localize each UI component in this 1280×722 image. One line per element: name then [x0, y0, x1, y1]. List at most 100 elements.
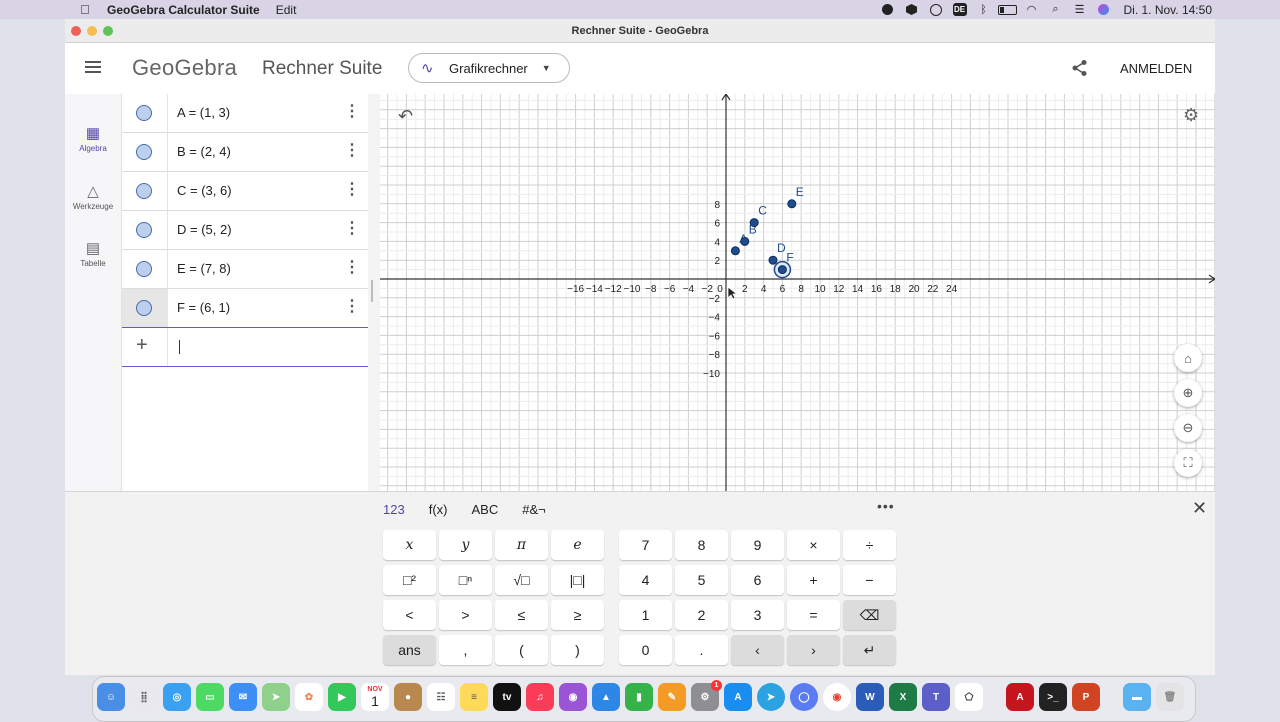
algebra-row[interactable]: E = (7, 8) ⋮ [122, 250, 368, 289]
key-sqrt[interactable]: √□ [495, 565, 548, 595]
key-power[interactable]: □ⁿ [439, 565, 492, 595]
app-selector-dropdown[interactable]: ∿ Grafikrechner ▼ [408, 53, 570, 83]
algebra-expression[interactable]: D = (5, 2) [177, 222, 232, 237]
key-9[interactable]: 9 [731, 530, 784, 560]
more-options-icon[interactable]: ⋮ [344, 102, 360, 122]
facetime-icon[interactable]: ▶ [328, 683, 356, 711]
key-3[interactable]: 3 [731, 600, 784, 630]
gear-icon[interactable]: ⚙ [1183, 105, 1199, 126]
spotlight-search-icon[interactable]: ⌕ [1044, 0, 1068, 19]
keyboard-layout-indicator[interactable]: DE [948, 0, 972, 19]
app-menu[interactable]: GeoGebra Calculator Suite [107, 3, 260, 17]
algebra-expression[interactable]: F = (6, 1) [177, 300, 230, 315]
rail-item-algebra[interactable]: ▦ Algebra [65, 124, 121, 153]
key-abs[interactable]: |□| [551, 565, 604, 595]
key-8[interactable]: 8 [675, 530, 728, 560]
key-square[interactable]: □² [383, 565, 436, 595]
more-options-icon[interactable]: ⋮ [344, 180, 360, 200]
visibility-toggle[interactable] [136, 144, 152, 160]
algebra-expression[interactable]: C = (3, 6) [177, 183, 232, 198]
calendar-icon[interactable]: NOV 1 [361, 683, 389, 711]
visibility-toggle[interactable] [136, 222, 152, 238]
backspace-key[interactable]: ⌫ [843, 600, 896, 630]
graphics-view[interactable]: −16 −14 −12 −10 −8 −6 −4 −2 0 2 4 6 8 10 12 14 16 18 20 22 2… [380, 94, 1215, 491]
key-4[interactable]: 4 [619, 565, 672, 595]
home-button[interactable]: ⌂ [1174, 344, 1202, 372]
photos-icon[interactable]: ✿ [295, 683, 323, 711]
powerpoint-icon[interactable]: P [1072, 683, 1100, 711]
messages-icon[interactable]: ▭ [196, 683, 224, 711]
trash-icon[interactable]: 🗑 [1156, 683, 1184, 711]
key-greater[interactable]: > [439, 600, 492, 630]
visibility-toggle[interactable] [136, 105, 152, 121]
tab-123[interactable]: 123 [383, 502, 405, 517]
enter-key[interactable]: ↵ [843, 635, 896, 665]
battery-icon[interactable] [996, 0, 1020, 19]
algebra-expression[interactable]: A = (1, 3) [177, 105, 230, 120]
key-multiply[interactable]: × [787, 530, 840, 560]
visibility-toggle[interactable] [136, 300, 152, 316]
tab-abc[interactable]: ABC [471, 502, 498, 517]
finder-icon[interactable]: ☺ [97, 683, 125, 711]
wifi-icon[interactable]: ◠ [1020, 0, 1044, 19]
algebra-row[interactable]: C = (3, 6) ⋮ [122, 172, 368, 211]
undo-icon[interactable]: ↶ [398, 106, 413, 127]
more-options-icon[interactable]: ⋮ [344, 141, 360, 161]
key-pi[interactable]: π [495, 530, 548, 560]
tab-fx[interactable]: f(x) [429, 502, 448, 517]
zoom-in-button[interactable]: ⊕ [1174, 379, 1202, 407]
safari-icon[interactable]: ◎ [163, 683, 191, 711]
more-options-icon[interactable]: ⋮ [344, 219, 360, 239]
siri-icon[interactable] [1092, 0, 1116, 19]
key-x[interactable]: x [383, 530, 436, 560]
terminal-icon[interactable]: >_ [1039, 683, 1067, 711]
close-keyboard-icon[interactable]: ✕ [1192, 498, 1207, 519]
more-options-icon[interactable]: ⋮ [344, 297, 360, 317]
share-icon[interactable] [1071, 59, 1089, 77]
excel-icon[interactable]: X [889, 683, 917, 711]
key-comma[interactable]: , [439, 635, 492, 665]
algebra-row-selected[interactable]: F = (6, 1) ⋮ [122, 289, 368, 328]
music-icon[interactable]: ♫ [526, 683, 554, 711]
reminders-icon[interactable]: ☷ [427, 683, 455, 711]
signal-icon[interactable]: ◯ [790, 683, 818, 711]
close-window-button[interactable] [71, 26, 81, 36]
key-5[interactable]: 5 [675, 565, 728, 595]
algebra-row[interactable]: D = (5, 2) ⋮ [122, 211, 368, 250]
hex-app-icon[interactable] [900, 0, 924, 19]
key-open-paren[interactable]: ( [495, 635, 548, 665]
mail-icon[interactable]: ✉ [229, 683, 257, 711]
algebra-row[interactable]: A = (1, 3) ⋮ [122, 94, 368, 133]
contacts-icon[interactable]: ● [394, 683, 422, 711]
telegram-icon[interactable]: ➤ [757, 683, 785, 711]
key-0[interactable]: 0 [619, 635, 672, 665]
maps-icon[interactable]: ➤ [262, 683, 290, 711]
tab-symbols[interactable]: #&¬ [522, 502, 546, 517]
plus-icon[interactable]: + [136, 334, 148, 357]
edit-menu[interactable]: Edit [276, 3, 297, 17]
acrobat-icon[interactable]: A [1006, 683, 1034, 711]
fullscreen-button[interactable]: ⛶ [1174, 449, 1202, 477]
geogebra-dock-icon[interactable]: ⬠ [955, 683, 983, 711]
rail-item-tabelle[interactable]: ▤ Tabelle [65, 239, 121, 268]
cloud-app-icon[interactable] [924, 0, 948, 19]
key-close-paren[interactable]: ) [551, 635, 604, 665]
control-center-icon[interactable]: ☰ [1068, 0, 1092, 19]
teams-icon[interactable]: T [922, 683, 950, 711]
chrome-icon[interactable]: ◉ [823, 683, 851, 711]
numbers-icon[interactable]: ▮ [625, 683, 653, 711]
key-plus[interactable]: + [787, 565, 840, 595]
cursor-right-key[interactable]: › [787, 635, 840, 665]
key-leq[interactable]: ≤ [495, 600, 548, 630]
rail-item-werkzeuge[interactable]: △ Werkzeuge [65, 182, 121, 211]
key-divide[interactable]: ÷ [843, 530, 896, 560]
key-geq[interactable]: ≥ [551, 600, 604, 630]
keynote-icon[interactable]: ▲ [592, 683, 620, 711]
podcasts-icon[interactable]: ◉ [559, 683, 587, 711]
folder-icon[interactable]: ▬ [1123, 683, 1151, 711]
record-icon[interactable] [876, 0, 900, 19]
key-2[interactable]: 2 [675, 600, 728, 630]
algebra-expression[interactable]: B = (2, 4) [177, 144, 231, 159]
bluetooth-icon[interactable]: ᛒ [972, 0, 996, 19]
key-7[interactable]: 7 [619, 530, 672, 560]
